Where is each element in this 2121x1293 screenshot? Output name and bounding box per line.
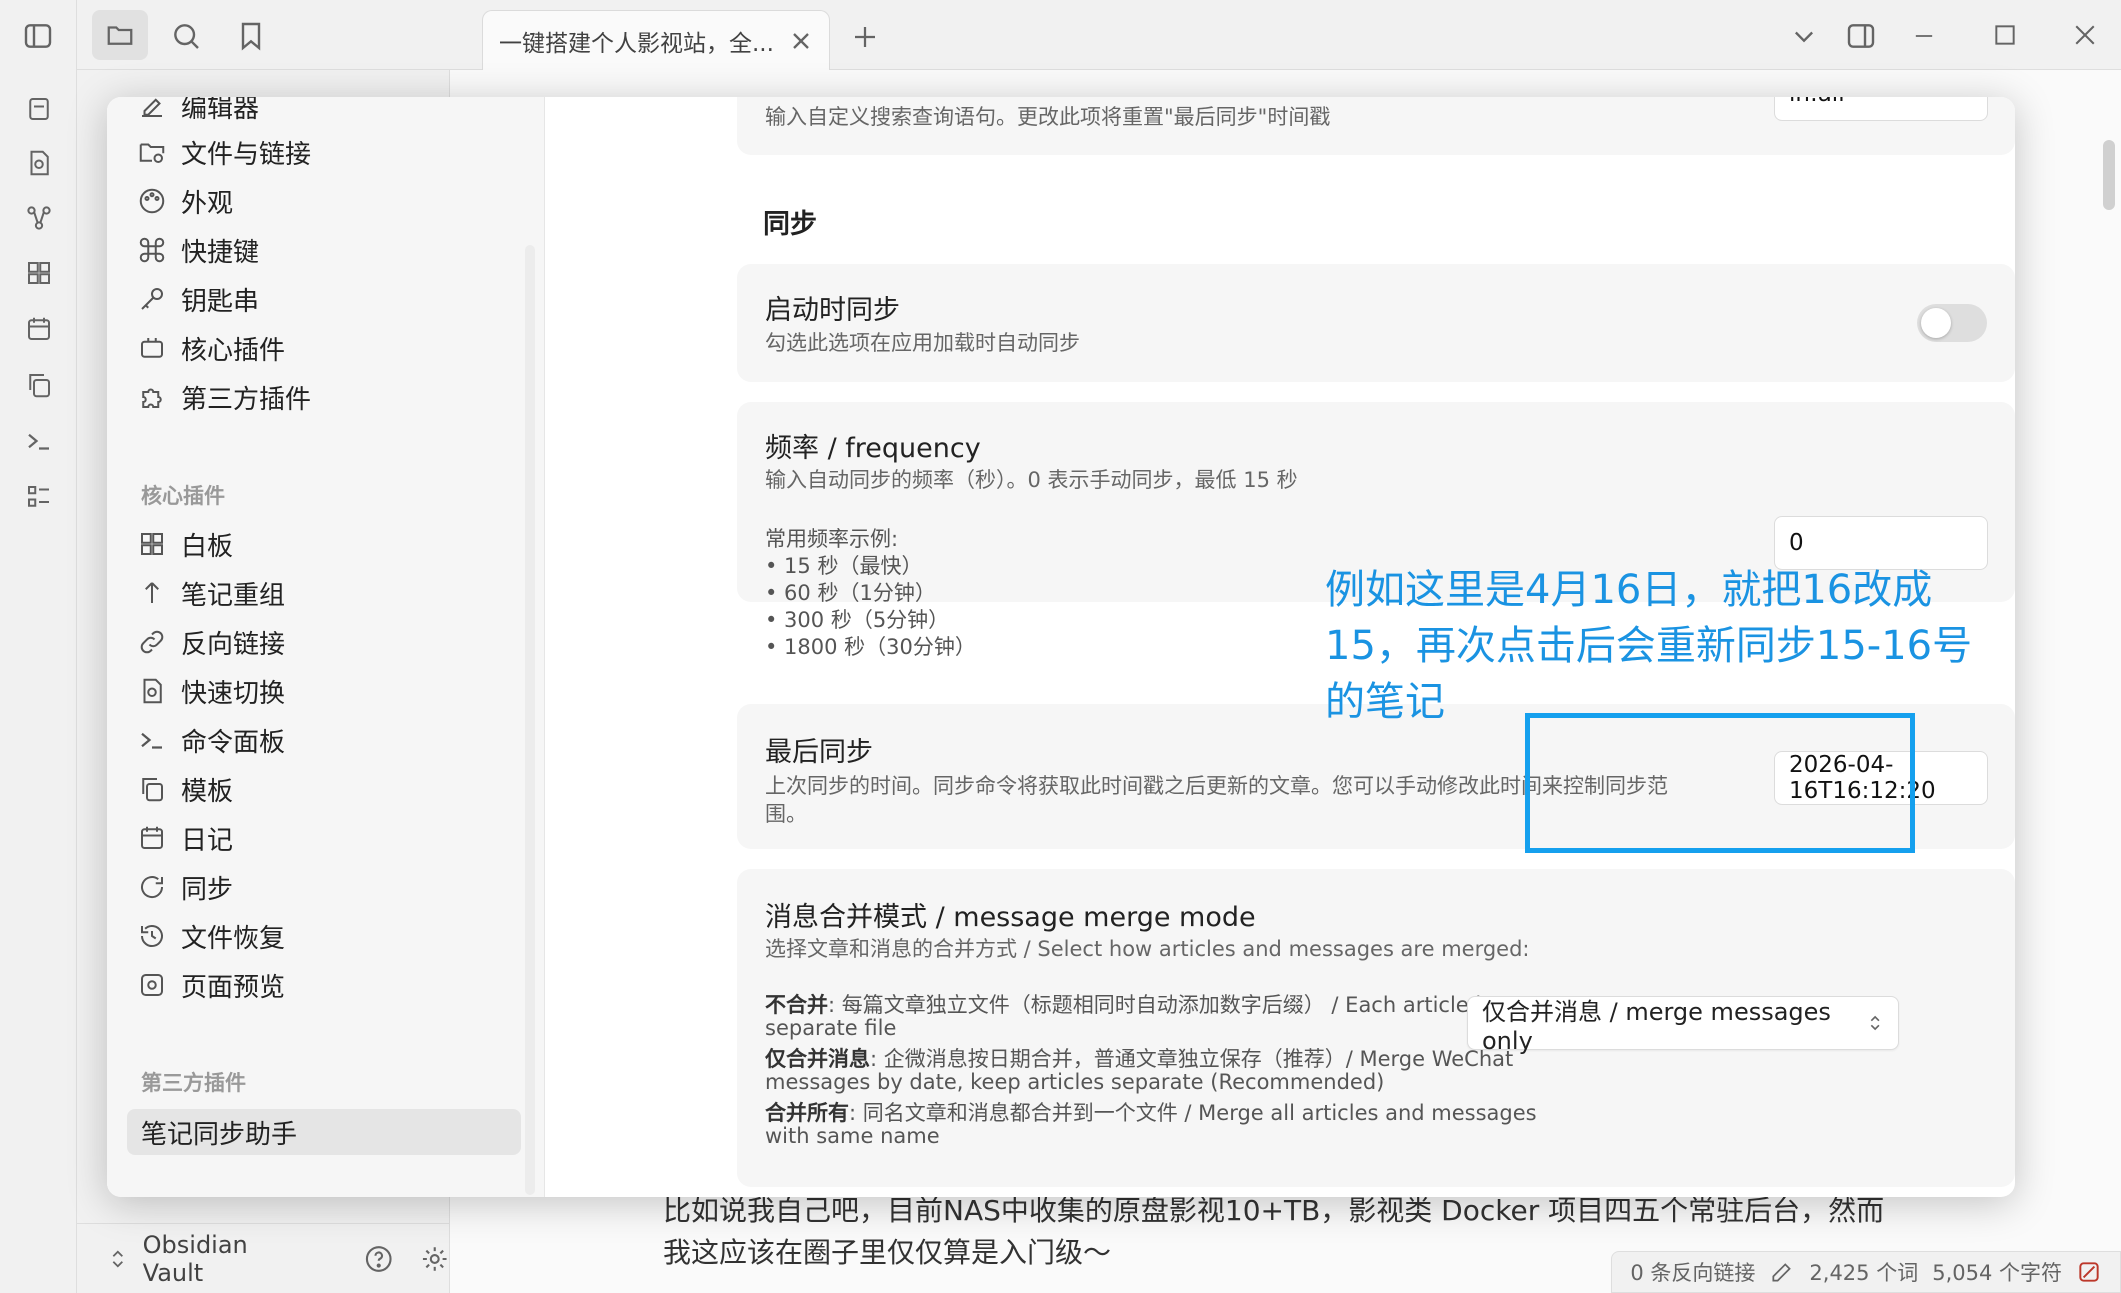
- nav-item-files-links[interactable]: 文件与链接: [137, 129, 311, 175]
- nav-item-note-sync-helper[interactable]: 笔记同步助手: [141, 1109, 297, 1155]
- preview-icon: [137, 970, 167, 1000]
- command-key-icon: [137, 235, 167, 265]
- nav-item-label: 同步: [181, 874, 234, 905]
- nav-item-canvas[interactable]: 白板: [137, 521, 233, 567]
- nav-item-backlinks[interactable]: 反向链接: [137, 619, 285, 665]
- setting-name: 最后同步: [765, 737, 873, 768]
- nav-item-label: 快速切换: [181, 678, 286, 709]
- section-title-sync: 同步: [763, 209, 817, 240]
- nav-item-quick-switcher[interactable]: 快速切换: [137, 668, 285, 714]
- setting-sync-on-start: 启动时同步 勾选此选项在应用加载时自动同步: [737, 264, 2015, 382]
- puzzle-icon: [137, 382, 167, 412]
- nav-item-page-preview[interactable]: 页面预览: [137, 962, 285, 1008]
- option-label: 不合并: [765, 993, 828, 1017]
- nav-item-appearance[interactable]: 外观: [137, 178, 233, 224]
- toggle-knob: [1921, 308, 1951, 338]
- nav-item-daily-notes[interactable]: 日记: [137, 815, 233, 861]
- file-search-icon: [137, 676, 167, 706]
- nav-item-label: 反向链接: [181, 629, 286, 660]
- nav-item-label: 文件恢复: [181, 923, 286, 954]
- terminal-icon: [137, 725, 167, 755]
- nav-item-label: 编辑器: [181, 97, 260, 124]
- nav-item-label: 笔记重组: [181, 580, 286, 611]
- nav-item-label: 日记: [181, 825, 234, 856]
- option-label: 仅合并消息: [765, 1047, 870, 1071]
- option-text: : 每篇文章独立文件（标题相同时自动添加数字后缀） / Each article…: [828, 993, 1495, 1017]
- annotation-highlight-box: [1525, 713, 1915, 853]
- frequency-example: • 1800 秒（30分钟）: [765, 635, 976, 659]
- merge-option-all-cont: with same name: [765, 1124, 940, 1148]
- option-text: : 同名文章和消息都合并到一个文件 / Merge all articles a…: [849, 1101, 1537, 1125]
- nav-item-label: 外观: [181, 188, 234, 219]
- setting-desc: 选择文章和消息的合并方式 / Select how articles and m…: [765, 937, 1530, 961]
- history-icon: [137, 921, 167, 951]
- setting-name: 启动时同步: [765, 295, 900, 326]
- setting-name: 消息合并模式 / message merge mode: [765, 902, 1256, 933]
- merge-option-messages-cont: messages by date, keep articles separate…: [765, 1070, 1385, 1094]
- nav-item-core-plugins[interactable]: 核心插件: [137, 325, 285, 371]
- setting-merge-mode: 消息合并模式 / message merge mode 选择文章和消息的合并方式…: [737, 869, 2015, 1187]
- setting-desc: 勾选此选项在应用加载时自动同步: [765, 331, 1080, 355]
- merge-mode-selected: 仅合并消息 / merge messages only: [1482, 997, 1831, 1055]
- frequency-example: • 300 秒（5分钟）: [765, 608, 950, 632]
- nav-section-community: 第三方插件: [141, 1071, 246, 1095]
- folder-link-icon: [137, 137, 167, 167]
- link-icon: [137, 627, 167, 657]
- palette-icon: [137, 186, 167, 216]
- nav-item-label: 模板: [181, 776, 234, 807]
- setting-name: 频率 / frequency: [765, 433, 981, 464]
- annotation-text: 例如这里是4月16日，就把16改成15，再次点击后会重新同步15-16号的笔记: [1325, 567, 1973, 725]
- refresh-icon: [137, 872, 167, 902]
- nav-item-sync[interactable]: 同步: [137, 864, 233, 910]
- nav-item-editor[interactable]: 编辑器: [137, 97, 259, 129]
- frequency-examples-title: 常用频率示例:: [765, 527, 899, 551]
- plug-icon: [137, 333, 167, 363]
- nav-item-label: 核心插件: [181, 335, 286, 366]
- nav-item-command-palette[interactable]: 命令面板: [137, 717, 285, 763]
- nav-item-templates[interactable]: 模板: [137, 766, 233, 812]
- nav-item-label: 页面预览: [181, 972, 286, 1003]
- canvas-icon: [137, 529, 167, 559]
- merge-option-messages: 仅合并消息: 企微消息按日期合并，普通文章独立保存（推荐）/ Merge WeC…: [765, 1043, 1513, 1073]
- setting-desc: 输入自动同步的频率（秒）。0 表示手动同步，最低 15 秒: [765, 468, 1298, 492]
- nav-item-hotkeys[interactable]: 快捷键: [137, 227, 259, 273]
- search-query-input[interactable]: in:all: [1774, 97, 1988, 121]
- frequency-example: • 15 秒（最快）: [765, 554, 923, 578]
- merge-option-all: 合并所有: 同名文章和消息都合并到一个文件 / Merge all articl…: [765, 1097, 1537, 1127]
- key-icon: [137, 284, 167, 314]
- setting-search-query: 输入自定义搜索查询语句。更改此项将重置"最后同步"时间戳 in:all: [737, 97, 2015, 155]
- sync-on-start-toggle[interactable]: [1917, 304, 1987, 342]
- nav-item-label: 快捷键: [181, 237, 260, 268]
- chevron-updown-icon: [1866, 1010, 1884, 1036]
- frequency-example: • 60 秒（1分钟）: [765, 581, 936, 605]
- merge-option-none-cont: separate file: [765, 1016, 897, 1040]
- option-label: 合并所有: [765, 1101, 849, 1125]
- pencil-icon: [137, 97, 167, 121]
- merge-option-none: 不合并: 每篇文章独立文件（标题相同时自动添加数字后缀） / Each arti…: [765, 989, 1495, 1019]
- settings-sidebar: 编辑器 文件与链接 外观 快捷键 钥匙串 核心插件 第三方插件 核心插件 白板 …: [107, 97, 545, 1197]
- nav-section-core: 核心插件: [141, 484, 225, 508]
- nav-item-label: 文件与链接: [181, 139, 312, 170]
- nav-item-label: 第三方插件: [181, 384, 312, 415]
- sidebar-scrollbar[interactable]: [525, 245, 535, 1195]
- nav-item-label: 命令面板: [181, 727, 286, 758]
- copy-icon: [137, 774, 167, 804]
- calendar-icon: [137, 823, 167, 853]
- option-text: : 企微消息按日期合并，普通文章独立保存（推荐）/ Merge WeChat: [870, 1047, 1514, 1071]
- setting-desc: 输入自定义搜索查询语句。更改此项将重置"最后同步"时间戳: [765, 105, 1331, 129]
- nav-item-keychain[interactable]: 钥匙串: [137, 276, 259, 322]
- nav-item-label: 白板: [181, 531, 234, 562]
- merge-icon: [137, 578, 167, 608]
- nav-item-file-recovery[interactable]: 文件恢复: [137, 913, 285, 959]
- nav-item-label: 笔记同步助手: [141, 1119, 298, 1150]
- nav-item-note-composer[interactable]: 笔记重组: [137, 570, 285, 616]
- nav-item-community-plugins[interactable]: 第三方插件: [137, 374, 311, 420]
- merge-mode-select[interactable]: 仅合并消息 / merge messages only: [1467, 996, 1899, 1055]
- nav-item-label: 钥匙串: [181, 286, 260, 317]
